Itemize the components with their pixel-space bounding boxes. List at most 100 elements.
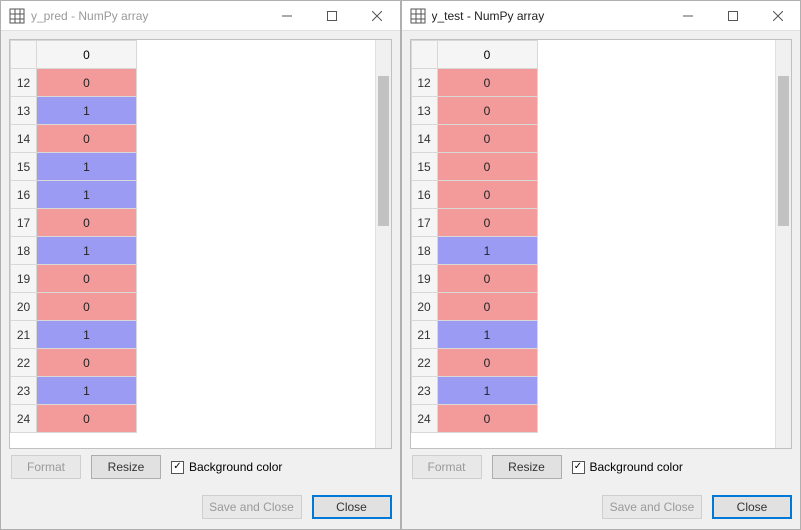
row-header[interactable]: 15: [11, 153, 37, 181]
row-header[interactable]: 14: [411, 125, 437, 153]
client-area: 0 12013114015116117018119020021122023124…: [1, 31, 400, 491]
scroll-thumb[interactable]: [778, 76, 789, 226]
row-header[interactable]: 13: [411, 97, 437, 125]
column-header[interactable]: 0: [437, 41, 537, 69]
array-cell[interactable]: 0: [437, 405, 537, 433]
row-header[interactable]: 24: [411, 405, 437, 433]
window-ypred: y_pred - NumPy array 0 12013114015116117…: [0, 0, 401, 530]
scroll-thumb[interactable]: [378, 76, 389, 226]
array-cell[interactable]: 1: [37, 181, 137, 209]
array-cell[interactable]: 0: [437, 265, 537, 293]
array-cell[interactable]: 1: [437, 321, 537, 349]
maximize-button[interactable]: [710, 1, 755, 30]
array-grid: 0 12013014015016017018119020021122023124…: [410, 39, 793, 449]
vertical-scrollbar[interactable]: [775, 40, 791, 448]
row-header[interactable]: 15: [411, 153, 437, 181]
row-header[interactable]: 19: [411, 265, 437, 293]
close-button[interactable]: Close: [312, 495, 392, 519]
titlebar[interactable]: y_test - NumPy array: [402, 1, 801, 31]
array-cell[interactable]: 0: [37, 69, 137, 97]
client-area: 0 12013014015016017018119020021122023124…: [402, 31, 801, 491]
row-header[interactable]: 18: [411, 237, 437, 265]
table-row: 200: [411, 293, 537, 321]
row-header[interactable]: 20: [11, 293, 37, 321]
table-row: 211: [411, 321, 537, 349]
table-row: 150: [411, 153, 537, 181]
table-row: 181: [11, 237, 137, 265]
row-header[interactable]: 24: [11, 405, 37, 433]
table-row: 220: [411, 349, 537, 377]
row-header[interactable]: 14: [11, 125, 37, 153]
row-header[interactable]: 21: [411, 321, 437, 349]
background-color-checkbox[interactable]: ✓ Background color: [171, 460, 282, 474]
save-and-close-button[interactable]: Save and Close: [202, 495, 302, 519]
row-header[interactable]: 21: [11, 321, 37, 349]
array-cell[interactable]: 1: [37, 97, 137, 125]
table-row: 120: [11, 69, 137, 97]
checkbox-icon: ✓: [572, 461, 585, 474]
array-cell[interactable]: 1: [37, 153, 137, 181]
resize-button[interactable]: Resize: [492, 455, 562, 479]
minimize-button[interactable]: [665, 1, 710, 30]
row-header[interactable]: 12: [11, 69, 37, 97]
array-cell[interactable]: 1: [37, 321, 137, 349]
row-header[interactable]: 16: [11, 181, 37, 209]
row-header[interactable]: 13: [11, 97, 37, 125]
row-header[interactable]: 22: [11, 349, 37, 377]
format-button[interactable]: Format: [11, 455, 81, 479]
row-header[interactable]: 22: [411, 349, 437, 377]
row-header[interactable]: 23: [411, 377, 437, 405]
vertical-scrollbar[interactable]: [375, 40, 391, 448]
row-header[interactable]: 23: [11, 377, 37, 405]
array-table: 0 12013014015016017018119020021122023124…: [411, 40, 538, 433]
array-cell[interactable]: 0: [37, 209, 137, 237]
row-header[interactable]: 16: [411, 181, 437, 209]
row-header[interactable]: 17: [11, 209, 37, 237]
array-cell[interactable]: 0: [37, 265, 137, 293]
row-header[interactable]: 17: [411, 209, 437, 237]
table-row: 190: [11, 265, 137, 293]
save-and-close-button[interactable]: Save and Close: [602, 495, 702, 519]
array-cell[interactable]: 0: [37, 349, 137, 377]
array-cell[interactable]: 0: [437, 125, 537, 153]
format-button[interactable]: Format: [412, 455, 482, 479]
array-cell[interactable]: 1: [37, 237, 137, 265]
row-header[interactable]: 12: [411, 69, 437, 97]
close-window-button[interactable]: [355, 1, 400, 30]
array-table: 0 12013114015116117018119020021122023124…: [10, 40, 137, 433]
maximize-button[interactable]: [310, 1, 355, 30]
array-grid: 0 12013114015116117018119020021122023124…: [9, 39, 392, 449]
row-header[interactable]: 19: [11, 265, 37, 293]
row-header[interactable]: 20: [411, 293, 437, 321]
background-color-checkbox[interactable]: ✓ Background color: [572, 460, 683, 474]
column-header[interactable]: 0: [37, 41, 137, 69]
array-cell[interactable]: 0: [437, 209, 537, 237]
array-cell[interactable]: 0: [437, 181, 537, 209]
close-button[interactable]: Close: [712, 495, 792, 519]
array-cell[interactable]: 0: [437, 153, 537, 181]
titlebar[interactable]: y_pred - NumPy array: [1, 1, 400, 31]
array-cell[interactable]: 0: [37, 293, 137, 321]
grid-viewport[interactable]: 0 12013014015016017018119020021122023124…: [411, 40, 776, 448]
window-controls: [665, 1, 800, 30]
grid-viewport[interactable]: 0 12013114015116117018119020021122023124…: [10, 40, 375, 448]
window-controls: [265, 1, 400, 30]
array-cell[interactable]: 1: [437, 377, 537, 405]
array-cell[interactable]: 1: [437, 237, 537, 265]
dialog-buttons: Save and Close Close: [1, 491, 400, 529]
array-cell[interactable]: 0: [37, 125, 137, 153]
array-cell[interactable]: 0: [437, 69, 537, 97]
resize-button[interactable]: Resize: [91, 455, 161, 479]
grid-icon: [9, 8, 25, 24]
array-cell[interactable]: 0: [437, 349, 537, 377]
array-cell[interactable]: 0: [437, 293, 537, 321]
row-header[interactable]: 18: [11, 237, 37, 265]
close-window-button[interactable]: [755, 1, 800, 30]
array-cell[interactable]: 0: [437, 97, 537, 125]
array-cell[interactable]: 1: [37, 377, 137, 405]
grid-toolbar: Format Resize ✓ Background color: [9, 449, 392, 483]
minimize-button[interactable]: [265, 1, 310, 30]
array-cell[interactable]: 0: [37, 405, 137, 433]
table-row: 161: [11, 181, 137, 209]
checkbox-icon: ✓: [171, 461, 184, 474]
